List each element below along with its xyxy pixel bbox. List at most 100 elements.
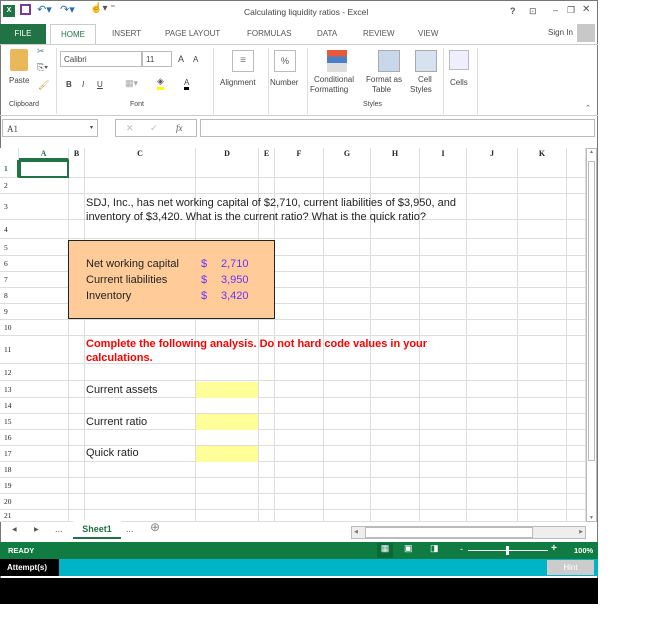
borders-icon[interactable]: ▦▾ — [125, 78, 138, 89]
more-sheets-left[interactable]: ... — [55, 524, 63, 534]
insert-function-icon[interactable]: fx — [176, 123, 183, 133]
italic-button[interactable]: I — [82, 80, 84, 89]
tab-review[interactable]: REVIEW — [363, 24, 395, 44]
add-sheet-icon[interactable]: ⊕ — [150, 520, 160, 534]
scroll-down-icon[interactable]: ▼ — [587, 515, 596, 521]
enter-icon[interactable]: ✓ — [150, 123, 158, 134]
column-header[interactable]: K — [518, 148, 567, 160]
page-break-view-icon[interactable]: ◨ — [430, 543, 439, 554]
column-header[interactable]: A — [19, 148, 69, 160]
tab-view[interactable]: VIEW — [418, 24, 438, 44]
font-color-button[interactable]: A — [184, 78, 190, 90]
zoom-in-button[interactable]: + — [551, 543, 557, 554]
row-header[interactable]: 4 — [0, 220, 19, 239]
scroll-left-icon[interactable]: ◀ — [354, 529, 358, 535]
column-header[interactable]: C — [85, 148, 196, 160]
format-painter-icon[interactable]: 🖌 — [38, 80, 49, 91]
page-layout-view-icon[interactable]: ▣ — [404, 543, 413, 554]
column-header[interactable]: F — [275, 148, 324, 160]
row-header[interactable]: 15 — [0, 414, 19, 430]
format-as-table-line1[interactable]: Format as — [366, 75, 402, 84]
format-as-table-line2[interactable]: Table — [372, 85, 391, 94]
row-header[interactable]: 21 — [0, 510, 19, 522]
redo-icon[interactable]: ↷▾ — [60, 3, 75, 16]
scroll-thumb[interactable] — [588, 161, 595, 461]
close-icon[interactable]: ✕ — [582, 4, 590, 15]
column-header[interactable] — [567, 148, 586, 160]
input-value-inv[interactable]: 3,420 — [221, 290, 249, 302]
shrink-font-button[interactable]: A — [193, 55, 198, 64]
vertical-scrollbar[interactable]: ▲ ▼ — [586, 148, 597, 522]
grow-font-button[interactable]: A — [178, 54, 184, 64]
more-sheets-right[interactable]: ... — [126, 524, 134, 534]
undo-icon[interactable]: ↶▾ — [37, 3, 52, 16]
next-sheet-icon[interactable]: ▶ — [34, 526, 39, 533]
sign-in-link[interactable]: Sign In — [548, 28, 573, 37]
row-header[interactable]: 8 — [0, 288, 19, 304]
column-header[interactable]: H — [371, 148, 420, 160]
formula-input[interactable] — [200, 119, 595, 137]
paste-icon[interactable] — [10, 49, 28, 71]
column-header[interactable]: J — [467, 148, 518, 160]
row-header[interactable]: 12 — [0, 364, 19, 381]
zoom-slider-thumb[interactable] — [506, 546, 509, 555]
select-all-corner[interactable] — [0, 148, 19, 160]
tab-page-layout[interactable]: PAGE LAYOUT — [165, 24, 220, 44]
cut-icon[interactable]: ✂ — [37, 46, 45, 57]
cells-button[interactable]: Cells — [450, 78, 468, 87]
prev-sheet-icon[interactable]: ◀ — [12, 526, 17, 533]
font-name-input[interactable]: Calibri — [60, 51, 142, 67]
row-header[interactable]: 13 — [0, 381, 19, 398]
number-button[interactable]: Number — [270, 78, 298, 87]
row-header[interactable]: 3 — [0, 194, 19, 220]
tab-formulas[interactable]: FORMULAS — [247, 24, 291, 44]
answer-cell-current-assets[interactable] — [196, 382, 258, 398]
column-header[interactable]: G — [324, 148, 371, 160]
copy-icon[interactable]: ⎘▾ — [37, 62, 48, 73]
row-header[interactable]: 6 — [0, 256, 19, 272]
answer-cell-quick-ratio[interactable] — [196, 446, 258, 462]
zoom-out-button[interactable]: - — [460, 544, 463, 554]
column-header[interactable]: E — [259, 148, 275, 160]
touch-mode-icon[interactable]: ☝▾ ⁼ — [90, 3, 116, 14]
conditional-formatting-line1[interactable]: Conditional — [314, 75, 354, 84]
row-header[interactable]: 17 — [0, 446, 19, 462]
row-header[interactable]: 5 — [0, 239, 19, 256]
alignment-button[interactable]: Alignment — [220, 78, 256, 87]
help-icon[interactable]: ? — [510, 6, 516, 16]
ribbon-display-icon[interactable]: ⊡ — [529, 6, 537, 17]
chevron-down-icon[interactable]: ▾ — [90, 124, 93, 131]
cells-icon[interactable] — [449, 50, 469, 70]
answer-cell-current-ratio[interactable] — [196, 414, 258, 430]
zoom-level[interactable]: 100% — [574, 546, 593, 555]
conditional-formatting-line2[interactable]: Formatting — [310, 85, 348, 94]
paste-button[interactable]: Paste — [9, 76, 29, 85]
row-header[interactable]: 2 — [0, 178, 19, 194]
tab-file[interactable]: FILE — [0, 24, 46, 44]
format-as-table-icon[interactable] — [378, 50, 400, 72]
fill-color-icon[interactable]: ◈ — [157, 76, 164, 90]
scroll-up-icon[interactable]: ▲ — [587, 149, 596, 155]
zoom-slider[interactable] — [468, 546, 548, 555]
row-header[interactable]: 11 — [0, 336, 19, 364]
scroll-right-icon[interactable]: ▶ — [579, 529, 583, 535]
cell-a1-selected[interactable] — [19, 160, 69, 178]
minimize-icon[interactable]: – — [553, 5, 558, 15]
row-header[interactable]: 9 — [0, 304, 19, 320]
font-size-input[interactable]: 11 — [142, 51, 172, 67]
row-header[interactable]: 18 — [0, 462, 19, 478]
cell-styles-icon[interactable] — [415, 50, 437, 72]
cell-styles-line2[interactable]: Styles — [410, 85, 432, 94]
h-scroll-thumb[interactable] — [365, 527, 533, 538]
row-header[interactable]: 14 — [0, 398, 19, 414]
tab-data[interactable]: DATA — [317, 24, 337, 44]
row-header[interactable]: 20 — [0, 494, 19, 510]
bold-button[interactable]: B — [66, 80, 72, 89]
horizontal-scrollbar[interactable]: ◀ ▶ — [351, 526, 586, 539]
column-header[interactable]: D — [196, 148, 259, 160]
maximize-icon[interactable]: ❐ — [567, 5, 575, 16]
number-icon[interactable]: % — [274, 50, 296, 72]
name-box[interactable]: A1 ▾ — [2, 119, 98, 137]
cell-styles-line1[interactable]: Cell — [418, 75, 432, 84]
sheet-tab-sheet1[interactable]: Sheet1 — [73, 520, 121, 539]
